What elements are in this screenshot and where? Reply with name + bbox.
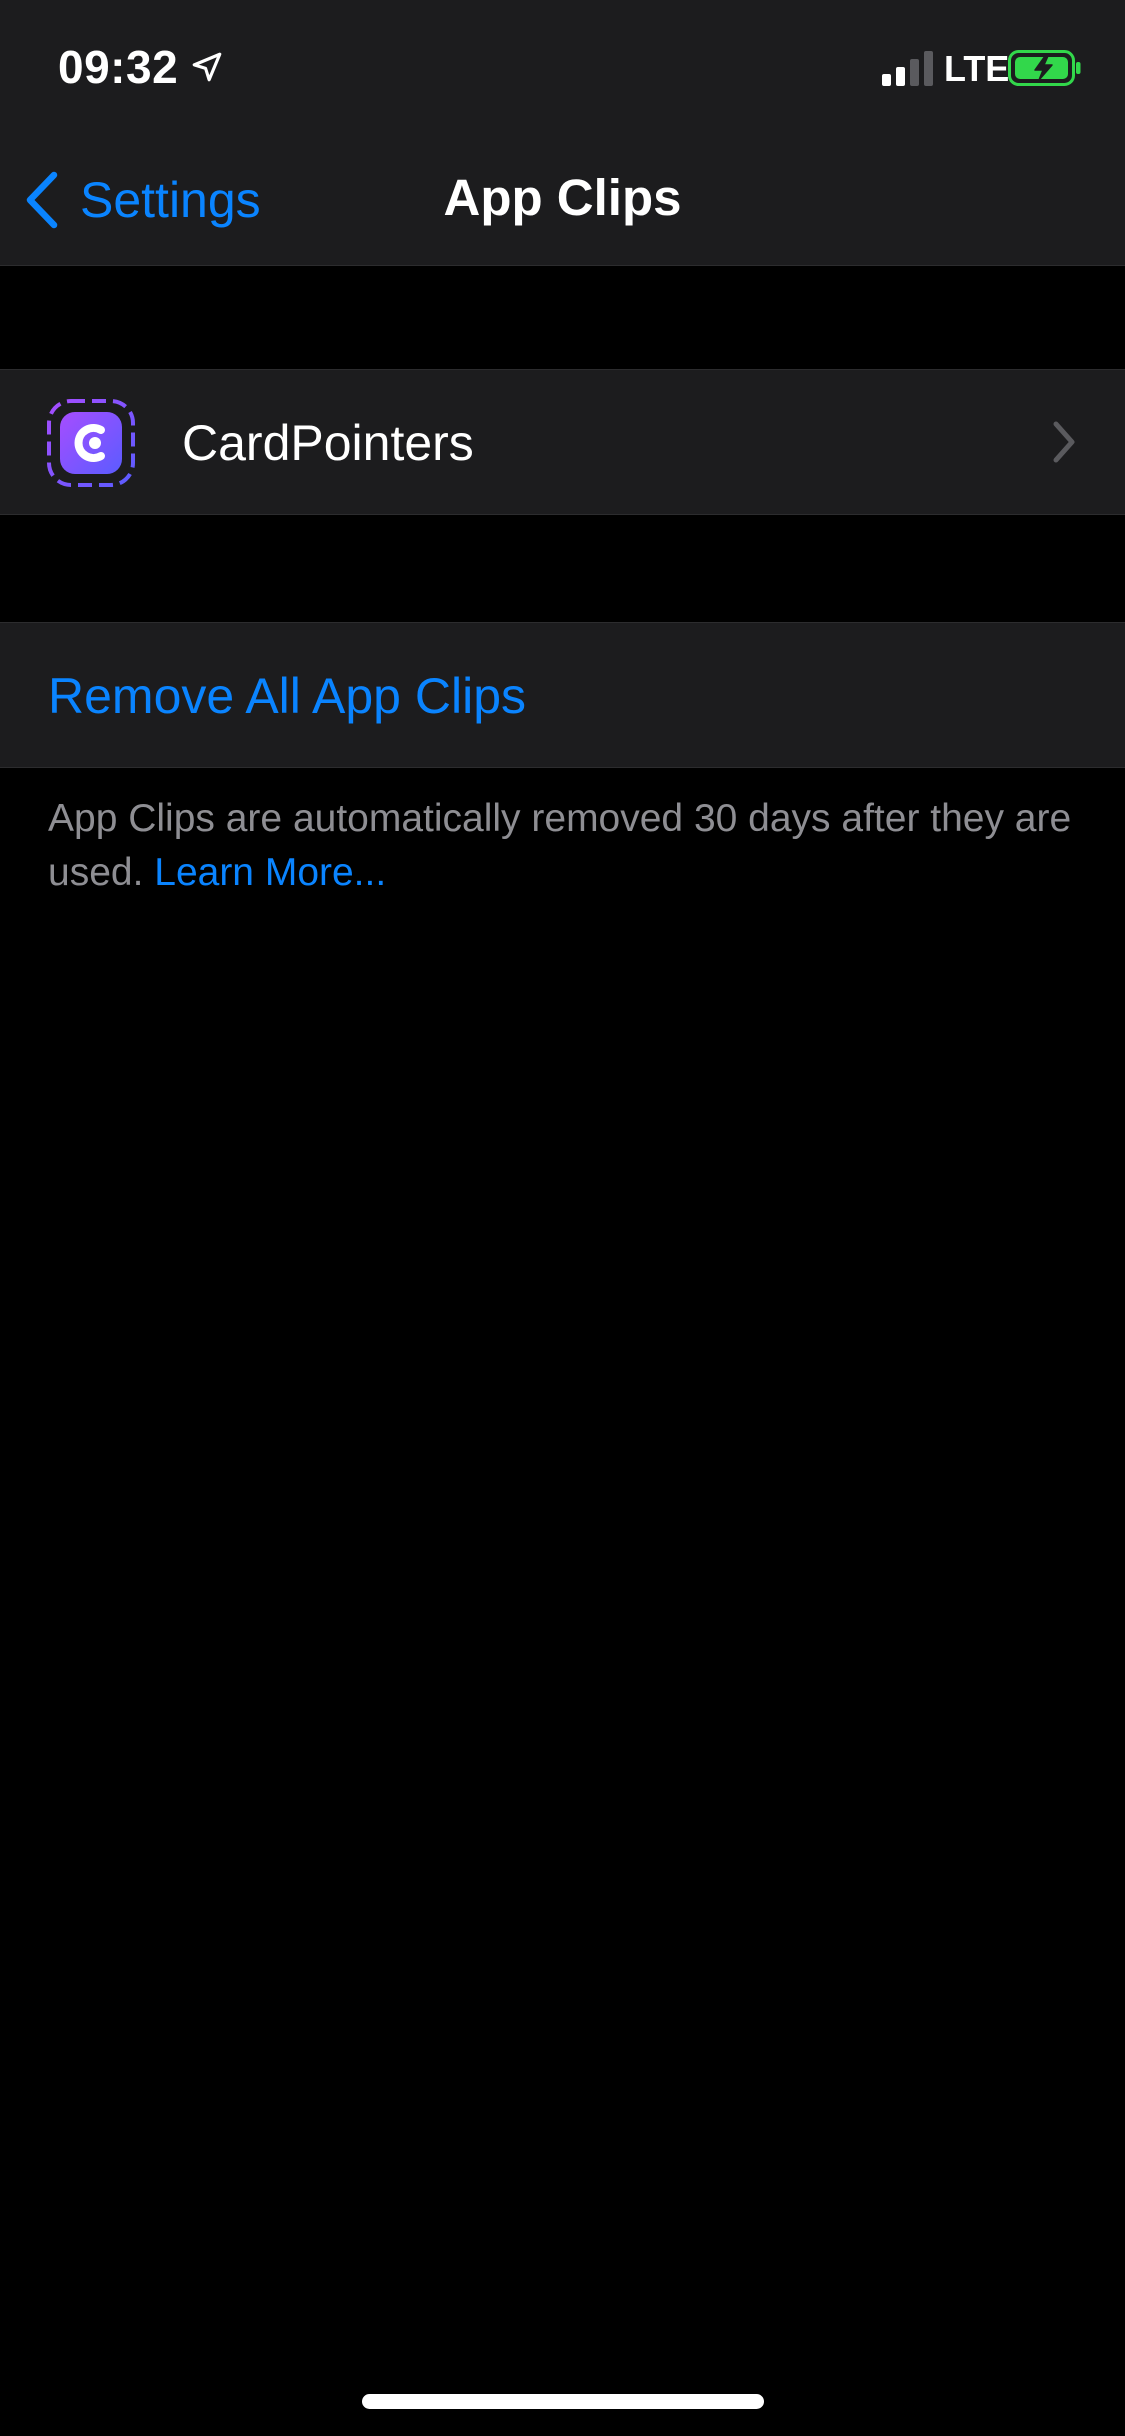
learn-more-link[interactable]: Learn More... [154,851,386,894]
remove-all-label: Remove All App Clips [48,668,527,724]
back-button[interactable]: Settings [24,168,261,232]
cellular-signal-icon [882,51,933,86]
status-time: 09:32 [58,41,179,93]
battery-charging-icon [1008,50,1081,86]
top-bar: 09:32 LTE Settings App Clips [0,0,1125,266]
app-clip-name: CardPointers [182,415,474,471]
app-clip-row-cardpointers[interactable]: CardPointers [0,369,1125,515]
network-type: LTE [944,48,1010,89]
remove-all-app-clips-button[interactable]: Remove All App Clips [0,622,1125,768]
chevron-left-icon [26,171,58,229]
chevron-right-icon [1053,421,1075,463]
cardpointers-app-icon [47,399,135,487]
footer-note: App Clips are automatically removed 30 d… [48,792,1088,900]
back-button-label: Settings [80,172,261,228]
home-indicator[interactable] [362,2394,764,2409]
location-arrow-icon [192,52,222,82]
